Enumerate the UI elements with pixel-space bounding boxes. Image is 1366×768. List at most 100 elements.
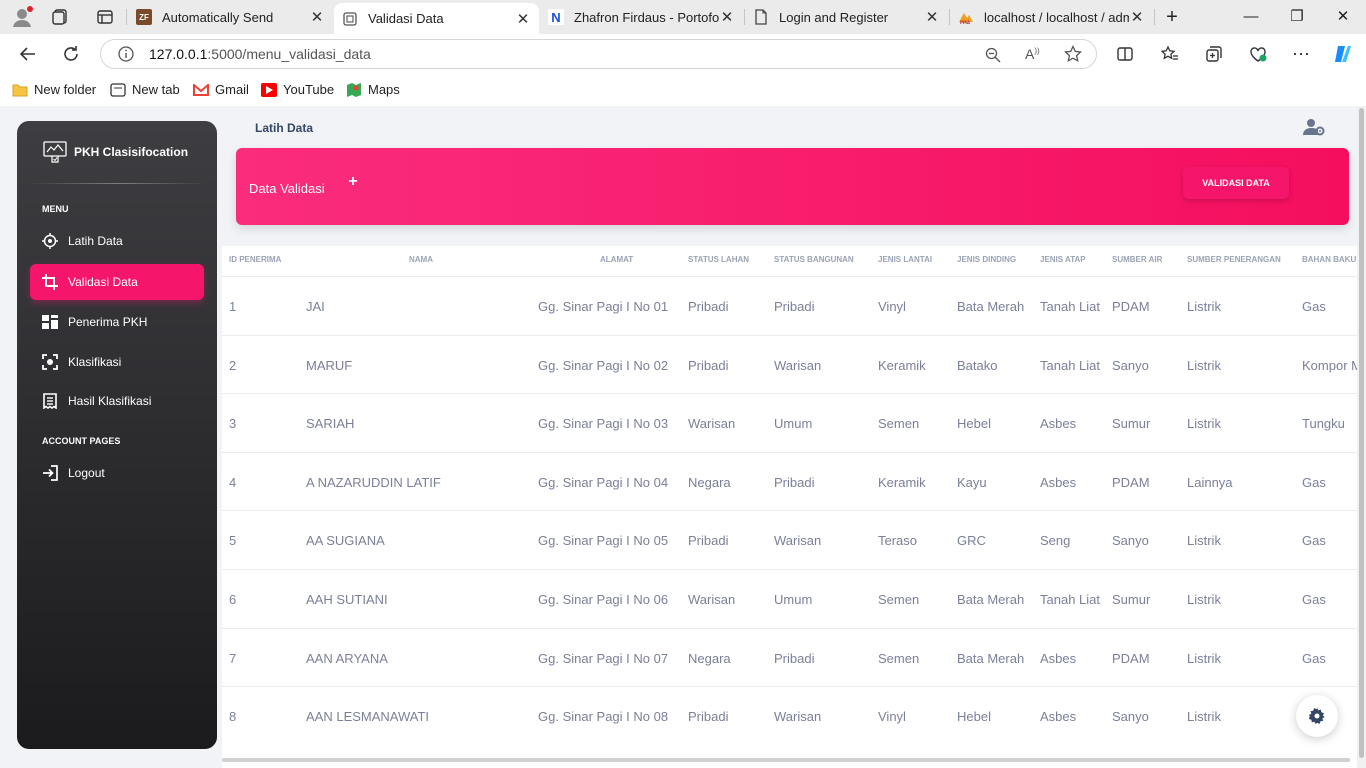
dashboard-icon: [42, 314, 58, 330]
collections-icon[interactable]: [1201, 41, 1227, 67]
bookmark-new-tab[interactable]: New tab: [110, 82, 180, 97]
table-cell: Pribadi: [774, 474, 815, 490]
back-arrow-icon[interactable]: [15, 41, 41, 67]
table-cell: Gg. Sinar Pagi I No 04: [538, 474, 669, 490]
column-header: STATUS BANGUNAN: [774, 255, 854, 264]
sidebar-item-hasil-klasifikasi[interactable]: Hasil Klasifikasi: [30, 383, 204, 419]
sidebar-item-penerima-pkh[interactable]: Penerima PKH: [30, 304, 204, 340]
table-row[interactable]: 4 A NAZARUDDIN LATIF Gg. Sinar Pagi I No 0…: [222, 451, 1366, 510]
table-row[interactable]: 5 AA SUGIANA Gg. Sinar Pagi I No 05 Pribadi…: [222, 510, 1366, 568]
brand[interactable]: PKH Clasisifocation: [43, 141, 188, 163]
account-pages-heading: ACCOUNT PAGES: [42, 436, 121, 446]
table-row[interactable]: 3 SARIAH Gg. Sinar Pagi I No 03 Warisan Umum…: [222, 393, 1366, 451]
close-tab-icon[interactable]: ✕: [1129, 8, 1145, 26]
zoom-icon[interactable]: [985, 47, 1001, 63]
portfolio-logo-icon: N: [548, 9, 564, 25]
site-info-icon[interactable]: [118, 46, 134, 62]
newtab-icon: [110, 82, 126, 97]
tab-validasi-data[interactable]: Validasi Data ✕: [334, 3, 539, 34]
url-path: :5000/menu_validasi_data: [207, 46, 371, 62]
table-cell: Hebel: [957, 709, 991, 725]
table-row[interactable]: 2 MARUF Gg. Sinar Pagi I No 02 Pribadi Waris…: [222, 334, 1366, 393]
workspaces-icon[interactable]: [52, 8, 70, 26]
receipt-icon: [42, 393, 58, 409]
gear-icon: [1309, 708, 1325, 724]
favorite-star-icon[interactable]: [1064, 44, 1082, 63]
favorites-icon[interactable]: [1157, 41, 1183, 67]
table-cell: Hebel: [957, 416, 991, 432]
bookmark-new-folder[interactable]: New folder: [12, 82, 96, 97]
validasi-data-button[interactable]: VALIDASI DATA: [1183, 167, 1289, 199]
table-cell: Pribadi: [774, 299, 815, 314]
table-cell: Listrik: [1187, 299, 1221, 314]
more-menu-icon[interactable]: ⋯: [1288, 41, 1314, 67]
table-cell: Warisan: [774, 533, 822, 549]
sidebar-item-label: Validasi Data: [68, 275, 138, 289]
table-cell: Asbes: [1040, 474, 1077, 490]
tab-phpmyadmin[interactable]: PMA localhost / localhost / admi ✕: [950, 3, 1153, 31]
tab-title: Automatically Send: [162, 9, 274, 25]
data-validasi-header-card: Data Validasi + VALIDASI DATA: [236, 148, 1349, 225]
bookmark-youtube[interactable]: YouTube: [261, 82, 334, 97]
bookmark-gmail[interactable]: Gmail: [193, 82, 249, 97]
column-header: NAMA: [409, 255, 433, 264]
column-header: ID PENERIMA: [229, 255, 282, 264]
tab-actions-icon[interactable]: [96, 8, 114, 26]
settings-gear-button[interactable]: [1296, 695, 1338, 737]
close-tab-icon[interactable]: ✕: [924, 8, 940, 26]
sidebar-item-klasifikasi[interactable]: Klasifikasi: [30, 344, 204, 380]
table-cell: Gg. Sinar Pagi I No 05: [538, 533, 669, 549]
table-row[interactable]: 8 AAN LESMANAWATI Gg. Sinar Pagi I No 08 Pr…: [222, 686, 1366, 744]
table-row[interactable]: 7 AAN ARYANA Gg. Sinar Pagi I No 07 Negara P…: [222, 627, 1366, 686]
close-window-icon[interactable]: ✕: [1320, 5, 1366, 29]
add-data-button[interactable]: +: [339, 168, 367, 196]
read-aloud-icon[interactable]: A)): [1025, 46, 1043, 64]
table-cell: Pribadi: [688, 533, 729, 549]
table-cell: Pribadi: [688, 357, 729, 373]
column-header: BAHAN BAKU M: [1302, 255, 1366, 264]
brand-name: PKH Clasisifocation: [74, 145, 189, 159]
refresh-icon[interactable]: [58, 41, 84, 67]
split-screen-icon[interactable]: [1112, 41, 1138, 67]
target-icon: [42, 233, 58, 249]
minimize-icon[interactable]: —: [1228, 5, 1274, 29]
bookmark-maps[interactable]: Maps: [346, 82, 400, 97]
close-tab-icon[interactable]: ✕: [719, 8, 735, 26]
table-cell: Warisan: [774, 709, 822, 725]
sidebar-item-logout[interactable]: Logout: [30, 455, 204, 491]
tab-automatically-send[interactable]: ZF Automatically Send ✕: [128, 3, 333, 31]
page-title: Latih Data: [255, 121, 314, 135]
table-cell: Semen: [878, 650, 920, 666]
profile-avatar-icon[interactable]: [10, 5, 34, 29]
copilot-icon[interactable]: [1330, 41, 1356, 67]
tab-zhafron-portfolio[interactable]: N Zhafron Firdaus - Portofolio ✕: [540, 3, 743, 31]
tab-login-register[interactable]: Login and Register ✕: [745, 3, 948, 31]
close-tab-icon[interactable]: ✕: [515, 10, 531, 28]
card-title: Data Validasi: [249, 181, 325, 196]
horizontal-scrollbar[interactable]: [222, 758, 1350, 762]
url-field[interactable]: 127.0.0.1:5000/menu_validasi_data A)): [100, 39, 1097, 69]
table-cell: JAI: [306, 299, 325, 314]
vertical-scrollbar-thumb[interactable]: [1359, 108, 1364, 758]
browser-essentials-icon[interactable]: [1245, 41, 1271, 67]
table-cell: Gg. Sinar Pagi I No 08: [538, 709, 669, 725]
table-cell: 7: [229, 650, 237, 666]
table-row[interactable]: 6 AAH SUTIANI Gg. Sinar Pagi I No 06 Warisa…: [222, 569, 1366, 627]
column-header: JENIS DINDING: [957, 255, 1017, 264]
close-tab-icon[interactable]: ✕: [309, 8, 325, 26]
table-cell: Tungku: [1302, 416, 1345, 432]
sidebar-item-validasi-data[interactable]: Validasi Data: [30, 264, 204, 300]
sidebar-item-latih-data[interactable]: Latih Data: [30, 223, 204, 259]
new-tab-plus-icon[interactable]: +: [1149, 5, 1195, 29]
restore-icon[interactable]: ❐: [1274, 5, 1320, 29]
bookmarks-bar: New folder New tab Gmail YouTube Maps: [0, 74, 1366, 106]
table-cell: Umum: [774, 592, 813, 607]
tab-title: localhost / localhost / admi: [984, 9, 1129, 25]
youtube-icon: [261, 82, 277, 97]
table-cell: Lainnya: [1187, 474, 1233, 490]
table-cell: AAH SUTIANI: [306, 592, 388, 607]
table-row[interactable]: 1 JAI Gg. Sinar Pagi I No 01 Pribadi Pribadi…: [222, 276, 1366, 334]
user-settings-icon[interactable]: [1303, 118, 1325, 136]
column-header: JENIS LANTAI: [878, 255, 933, 264]
table-cell: Negara: [688, 650, 731, 666]
